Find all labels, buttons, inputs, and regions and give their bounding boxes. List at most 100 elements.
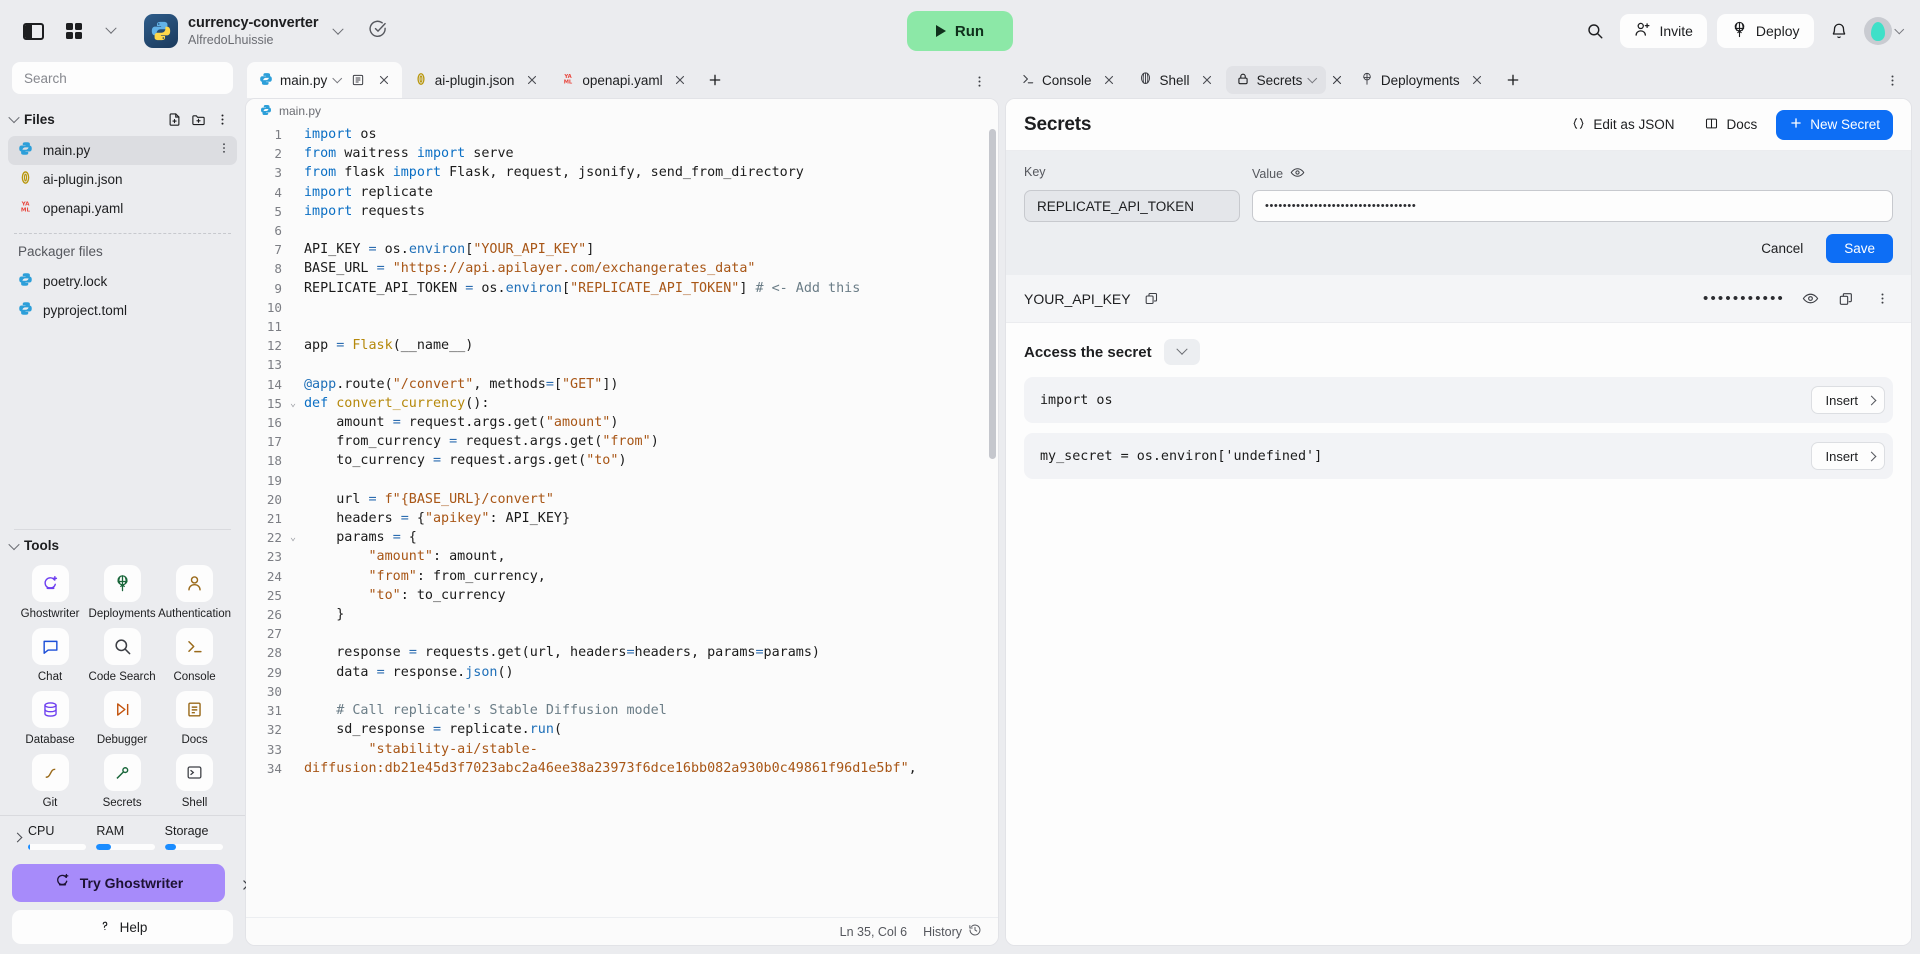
deploy-button[interactable]: Deploy xyxy=(1717,14,1814,48)
run-button[interactable]: Run xyxy=(907,11,1013,51)
project-chevron-down-icon[interactable] xyxy=(333,24,344,35)
editor-tab-main-py[interactable]: main.py xyxy=(247,62,402,98)
debugger-step-icon xyxy=(104,691,141,728)
tool-git[interactable]: Git xyxy=(14,754,86,809)
invite-button[interactable]: Invite xyxy=(1620,14,1706,48)
chevron-right-icon[interactable] xyxy=(6,824,28,841)
project-switcher[interactable]: currency-converter AlfredoLhuissie xyxy=(144,14,342,48)
panel-tab-shell[interactable]: Shell xyxy=(1128,66,1226,94)
new-folder-icon[interactable] xyxy=(187,108,209,130)
tool-shell[interactable]: Shell xyxy=(158,754,231,809)
docs-button[interactable]: Docs xyxy=(1693,110,1768,140)
line-source: "from": from_currency, xyxy=(302,567,998,586)
panel-tab-secrets[interactable]: Secrets xyxy=(1226,66,1326,94)
code-lines[interactable]: 1import os2from waitress import serve3fr… xyxy=(246,123,998,778)
fold-toggle-icon[interactable]: ⌄ xyxy=(290,528,302,547)
secret-more-icon[interactable] xyxy=(1871,288,1893,310)
invite-label: Invite xyxy=(1659,23,1692,39)
editor-scrollbar[interactable] xyxy=(989,129,996,459)
panel-tab-deployments[interactable]: Deployments xyxy=(1350,66,1496,94)
tool-ghostwriter[interactable]: Ghostwriter xyxy=(14,565,86,620)
search-input[interactable] xyxy=(24,71,221,86)
tool-database[interactable]: Database xyxy=(14,691,86,746)
tab-close-icon[interactable] xyxy=(1199,72,1216,89)
file-item-pyproject-toml[interactable]: pyproject.toml xyxy=(8,296,237,325)
line-source xyxy=(302,221,998,240)
tab-chevron-down-icon[interactable] xyxy=(333,73,342,82)
insert-button[interactable]: Insert xyxy=(1811,386,1885,414)
insert-button[interactable]: Insert xyxy=(1811,442,1885,470)
panel-tab-console[interactable]: Console xyxy=(1011,66,1128,94)
eye-icon[interactable] xyxy=(1290,165,1305,183)
grid-apps-icon[interactable] xyxy=(60,16,90,46)
secret-row[interactable]: YOUR_API_KEY ••••••••••• xyxy=(1006,275,1911,323)
tools-chevron-down-icon[interactable] xyxy=(8,538,19,549)
account-chevron-down-icon xyxy=(1894,24,1903,33)
tool-debugger[interactable]: Debugger xyxy=(86,691,158,746)
tab-close-icon[interactable] xyxy=(1469,72,1486,89)
tab-split-icon[interactable] xyxy=(350,72,367,89)
tab-close-icon[interactable] xyxy=(672,72,689,89)
cancel-button[interactable]: Cancel xyxy=(1747,234,1817,263)
tab-close-icon[interactable] xyxy=(523,72,540,89)
resource-storage[interactable]: Storage xyxy=(165,824,233,850)
file-item-main-py[interactable]: main.py xyxy=(8,136,237,165)
plus-icon[interactable] xyxy=(1502,69,1524,91)
file-item-poetry-lock[interactable]: poetry.lock xyxy=(8,267,237,296)
secret-key-input[interactable]: REPLICATE_API_TOKEN xyxy=(1024,190,1240,222)
tool-chat[interactable]: Chat xyxy=(14,628,86,683)
plus-icon[interactable] xyxy=(704,69,726,91)
file-more-icon[interactable] xyxy=(217,141,231,160)
code-line: 27 xyxy=(246,624,998,643)
tool-console[interactable]: Console xyxy=(158,628,231,683)
history-button[interactable]: History xyxy=(923,923,982,940)
line-source: BASE_URL = "https://api.apilayer.com/exc… xyxy=(302,259,998,278)
editor-tab-ai-plugin-json[interactable]: ai-plugin.json xyxy=(402,62,550,98)
line-source: def convert_currency(): xyxy=(302,394,998,413)
tab-close-icon[interactable] xyxy=(1101,72,1118,89)
tool-secrets[interactable]: Secrets xyxy=(86,754,158,809)
editor-more-icon[interactable] xyxy=(969,71,989,91)
right-panel-more-icon[interactable] xyxy=(1882,70,1902,90)
files-more-icon[interactable] xyxy=(211,108,233,130)
search-field[interactable] xyxy=(12,62,233,94)
edit-as-json-button[interactable]: Edit as JSON xyxy=(1560,110,1685,140)
save-button[interactable]: Save xyxy=(1826,234,1893,263)
file-item-ai-plugin-json[interactable]: ai-plugin.json xyxy=(8,165,237,194)
help-button[interactable]: Help xyxy=(12,910,233,944)
copy-icon[interactable] xyxy=(1835,288,1857,310)
try-ghostwriter-button[interactable]: Try Ghostwriter xyxy=(12,864,225,902)
file-item-openapi-yaml[interactable]: YAML openapi.yaml xyxy=(8,194,237,223)
resource-cpu[interactable]: CPU xyxy=(28,824,96,850)
tool-code-search[interactable]: Code Search xyxy=(86,628,158,683)
check-circle-icon[interactable] xyxy=(368,19,388,44)
eye-icon[interactable] xyxy=(1799,288,1821,310)
account-menu[interactable] xyxy=(1864,17,1903,45)
fold-toggle-icon xyxy=(290,259,302,278)
files-chevron-down-icon[interactable] xyxy=(8,112,19,123)
bell-icon[interactable] xyxy=(1824,16,1854,46)
resource-ram[interactable]: RAM xyxy=(96,824,164,850)
panel-left-icon[interactable] xyxy=(18,16,48,46)
editor-tab-openapi-yaml[interactable]: YAML openapi.yaml xyxy=(549,62,697,98)
new-file-icon[interactable] xyxy=(163,108,185,130)
code-line: 25 "to": to_currency xyxy=(246,586,998,605)
secrets-header: Secrets Edit as JSON Docs xyxy=(1006,99,1911,151)
secrets-tab-close-icon[interactable] xyxy=(1328,71,1346,89)
console-prompt-icon xyxy=(176,628,213,665)
code-editor[interactable]: 1import os2from waitress import serve3fr… xyxy=(246,123,998,917)
tab-close-icon[interactable] xyxy=(376,72,393,89)
fold-toggle-icon xyxy=(290,221,302,240)
line-source: @app.route("/convert", methods=["GET"]) xyxy=(302,375,998,394)
tool-docs[interactable]: Docs xyxy=(158,691,231,746)
chevron-down-icon[interactable] xyxy=(1164,339,1200,365)
search-icon[interactable] xyxy=(1580,16,1610,46)
new-secret-button[interactable]: New Secret xyxy=(1776,110,1893,140)
apps-chevron-down-icon[interactable] xyxy=(102,16,120,46)
tool-authentication[interactable]: Authentication xyxy=(158,565,231,620)
tab-chevron-down-icon[interactable] xyxy=(1308,73,1317,82)
secret-value-input[interactable]: •••••••••••••••••••••••••••••••••• xyxy=(1252,190,1893,222)
tool-deployments[interactable]: Deployments xyxy=(86,565,158,620)
copy-icon[interactable] xyxy=(1141,288,1163,310)
fold-toggle-icon[interactable]: ⌄ xyxy=(290,394,302,413)
